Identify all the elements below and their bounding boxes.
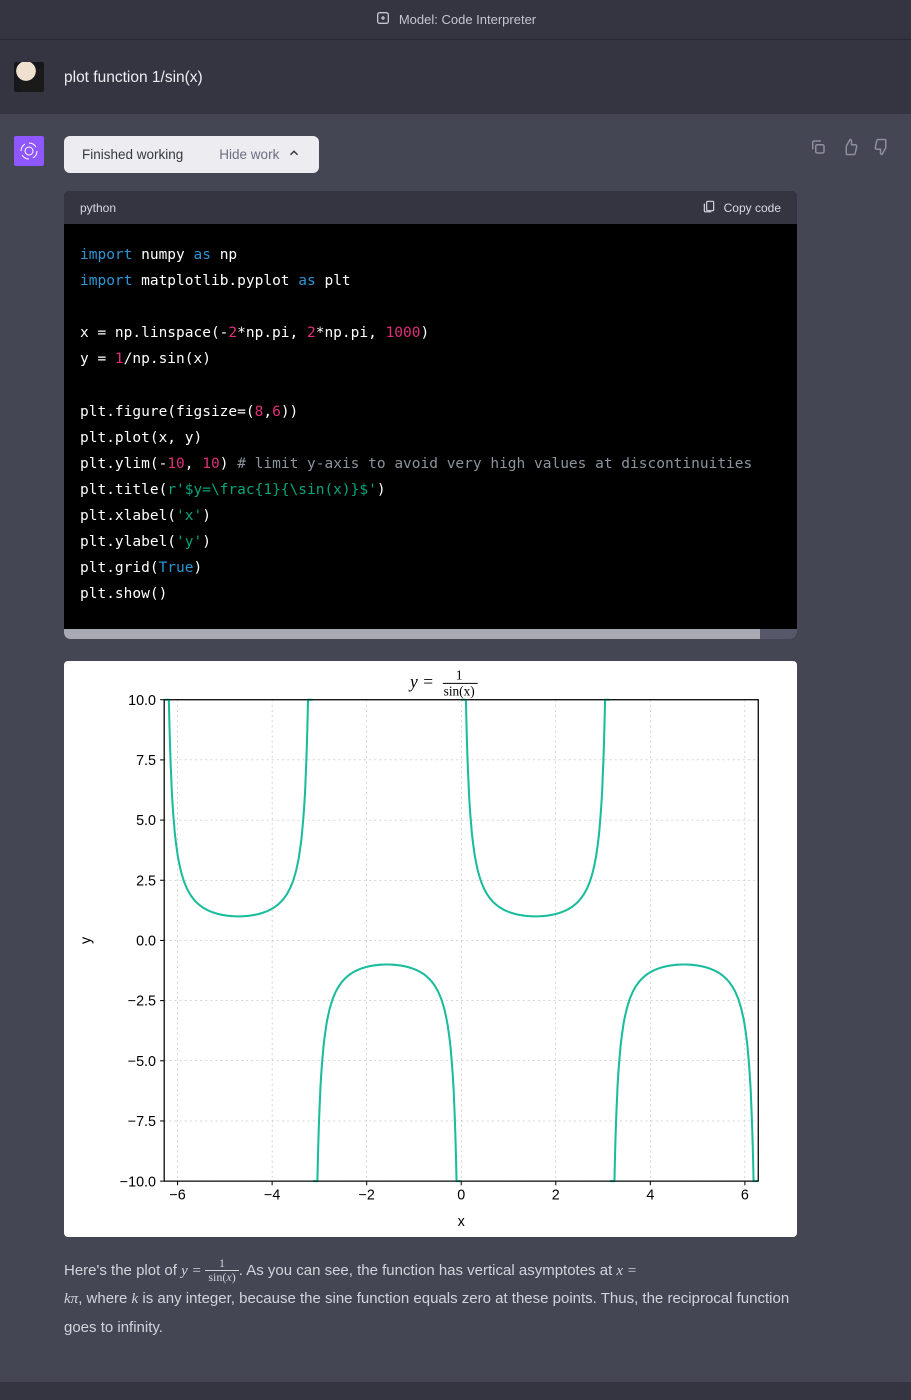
thumbs-down-icon[interactable] <box>873 138 891 161</box>
math: x = <box>616 1263 637 1279</box>
assistant-message: Finished working Hide work python Copy c… <box>0 114 911 1382</box>
code-block: python Copy code import numpy as np impo… <box>64 191 797 639</box>
svg-text:x: x <box>458 1215 466 1231</box>
model-label: Model: Code Interpreter <box>399 12 536 27</box>
user-message: plot function 1/sin(x) <box>0 40 911 114</box>
svg-text:6: 6 <box>741 1188 749 1204</box>
svg-text:y =: y = <box>408 672 434 692</box>
svg-text:−6: −6 <box>169 1188 185 1204</box>
svg-text:2.5: 2.5 <box>136 874 156 890</box>
svg-text:−4: −4 <box>264 1188 280 1204</box>
text: Here's the plot of <box>64 1262 181 1279</box>
svg-text:0: 0 <box>457 1188 465 1204</box>
math: y = <box>181 1263 205 1279</box>
message-actions <box>809 138 891 161</box>
code-content[interactable]: import numpy as np import matplotlib.pyp… <box>64 224 797 629</box>
copy-message-icon[interactable] <box>809 138 827 161</box>
math: kπ <box>64 1291 78 1307</box>
svg-text:−7.5: −7.5 <box>128 1114 156 1130</box>
chevron-up-icon <box>287 146 301 163</box>
svg-text:2: 2 <box>552 1188 560 1204</box>
code-language-label: python <box>80 201 116 215</box>
svg-text:y: y <box>78 936 94 944</box>
svg-text:7.5: 7.5 <box>136 753 156 769</box>
svg-text:−10.0: −10.0 <box>120 1175 156 1191</box>
user-prompt-text: plot function 1/sin(x) <box>64 62 797 89</box>
svg-text:−2.5: −2.5 <box>128 994 156 1010</box>
svg-text:sin(x): sin(x) <box>444 684 475 699</box>
svg-text:5.0: 5.0 <box>136 814 156 830</box>
text: , where <box>78 1290 131 1307</box>
model-banner: Model: Code Interpreter <box>0 0 911 40</box>
svg-text:0.0: 0.0 <box>136 934 156 950</box>
svg-text:−2: −2 <box>359 1188 375 1204</box>
thumbs-up-icon[interactable] <box>841 138 859 161</box>
svg-text:4: 4 <box>646 1188 654 1204</box>
text: is any integer, because the sine functio… <box>64 1290 789 1336</box>
work-status-label: Finished working <box>82 147 183 162</box>
copy-code-label: Copy code <box>724 201 781 215</box>
svg-text:−5.0: −5.0 <box>128 1054 156 1070</box>
svg-text:10.0: 10.0 <box>128 693 156 709</box>
assistant-explanation: Here's the plot of y = 1sin(x). As you c… <box>64 1257 797 1343</box>
work-status-pill[interactable]: Finished working Hide work <box>64 136 319 173</box>
svg-text:1: 1 <box>456 669 463 682</box>
math-fraction: 1sin(x) <box>205 1257 238 1284</box>
avatar-assistant <box>14 136 44 166</box>
work-toggle-label: Hide work <box>219 147 279 162</box>
clipboard-icon <box>702 199 716 216</box>
sparkle-icon <box>375 10 391 29</box>
text: . As you can see, the function has verti… <box>239 1262 617 1279</box>
copy-code-button[interactable]: Copy code <box>702 199 781 216</box>
avatar-user <box>14 62 44 92</box>
code-horizontal-scrollbar[interactable] <box>64 629 797 639</box>
plot-output: y = 1 sin(x) −6 −4 −2 0 2 4 6 −10.0 −7.5 −5.0 −2.5 0.0… <box>64 661 797 1236</box>
